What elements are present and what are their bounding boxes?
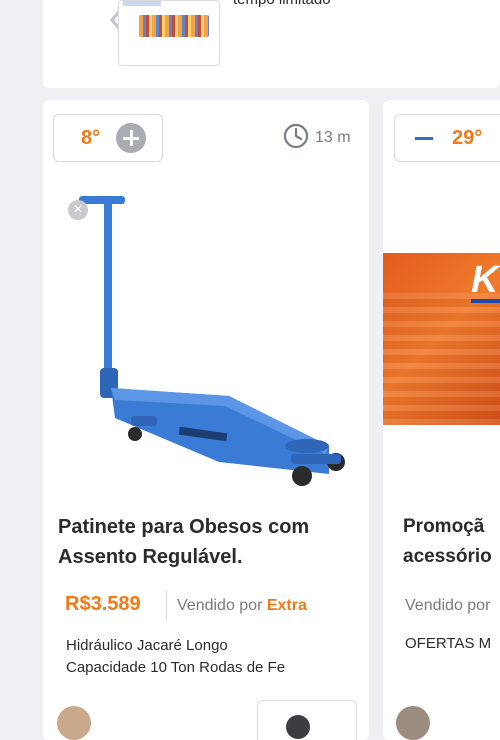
deal-title-next[interactable]: Promoçã acessório	[403, 512, 500, 572]
close-icon[interactable]: ×	[68, 200, 88, 220]
posted-time: 13 m	[283, 123, 351, 154]
product-image-next[interactable]: K	[383, 253, 500, 425]
price-divider	[166, 590, 167, 620]
title-line-2-next: acessório	[403, 546, 492, 567]
vendor-store-link[interactable]: Extra	[267, 597, 307, 614]
title-line-2: Assento Regulável.	[58, 546, 243, 568]
vendor-prefix: Vendido por	[177, 597, 263, 614]
product-image[interactable]	[59, 188, 359, 508]
time-label: 13 m	[315, 129, 351, 146]
deal-card-next[interactable]: 29° K Promoçã acessório Vendido por OFER…	[383, 100, 500, 740]
avatar-next[interactable]	[396, 706, 430, 740]
top-deal-thumbnail	[118, 0, 220, 66]
deal-card[interactable]: 8° 13 m × Patinete para Obesos com Assen…	[43, 100, 369, 740]
title-line-1: Patinete para Obesos com	[58, 516, 310, 538]
clock-icon	[283, 123, 309, 154]
store-logo: K	[471, 259, 500, 303]
temperature-value: 8°	[81, 127, 101, 149]
top-deal-text: tempo limitado	[233, 0, 331, 8]
temperature-vote-next: 29°	[394, 114, 500, 162]
plus-icon[interactable]	[116, 123, 146, 153]
vendor-info-next: Vendido por	[405, 597, 491, 614]
temperature-value-next: 29°	[452, 127, 483, 149]
minus-icon[interactable]	[413, 127, 435, 149]
comment-icon[interactable]	[257, 700, 357, 740]
description-line-2: Capacidade 10 Ton Rodas de Fe	[66, 659, 286, 676]
deal-title[interactable]: Patinete para Obesos com Assento Reguláv…	[58, 512, 358, 572]
top-deal-card[interactable]: tempo limitado	[43, 0, 500, 88]
avatar[interactable]	[57, 706, 91, 740]
deal-description-next: OFERTAS M	[405, 635, 492, 652]
title-line-1-next: Promoçã	[403, 516, 485, 537]
deal-price: R$3.589	[65, 593, 141, 615]
vendor-info: Vendido por Extra	[177, 597, 307, 615]
temperature-vote: 8°	[53, 114, 163, 162]
description-line-1: Hidráulico Jacaré Longo	[66, 637, 228, 654]
deal-description: Hidráulico Jacaré Longo Capacidade 10 To…	[66, 635, 324, 679]
